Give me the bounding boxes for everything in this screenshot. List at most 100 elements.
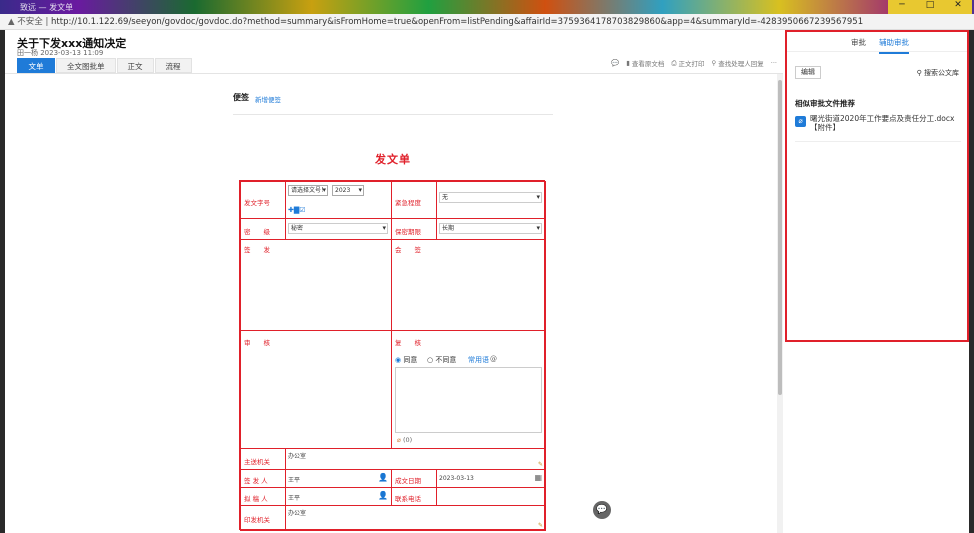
sign-label: 签 发 — [244, 246, 270, 254]
form-title: 发文单 — [375, 153, 411, 166]
year-select[interactable]: 2023 — [332, 185, 364, 196]
comment-icon[interactable]: 💬 — [611, 58, 619, 68]
cell: 2023-03-13 ▦ — [436, 469, 546, 488]
search-icon: ⚲ — [916, 69, 922, 77]
list-item[interactable]: ⌀ 曙光街道2020年工作要点及责任分工.docx 【附件】 — [795, 114, 961, 138]
cell: 拟 稿 人 — [240, 487, 286, 506]
cell: 办公室 ✎ — [285, 448, 546, 470]
sidebar-tabs: 审批 辅助审批 — [787, 32, 967, 54]
toolbar: 💬 ▮ 查看原文档 ⎙ 正文打印 ⚲ 查找处理人回复 ··· — [611, 58, 777, 69]
user-icon[interactable]: 👤 — [378, 491, 388, 500]
cc-value: 办公室 — [288, 510, 307, 517]
find-reply-button[interactable]: ⚲ 查找处理人回复 — [712, 58, 764, 68]
at-icon[interactable]: @ — [490, 355, 497, 363]
cell: 长期 — [436, 218, 546, 240]
countersign-label: 会 签 — [395, 246, 421, 254]
sign-cell[interactable]: 签 发 — [240, 239, 392, 331]
user-icon[interactable]: 👤 — [378, 473, 388, 482]
divider — [795, 141, 961, 142]
cell: 办公室 ✎ — [285, 505, 546, 531]
window-titlebar: 致远 — 发文单 ─ □ ✕ — [0, 0, 974, 14]
section-title: 相似审批文件推荐 — [795, 99, 855, 108]
doc-no-select[interactable]: 请选择文号！ — [288, 185, 328, 196]
window-title: 致远 — 发文单 — [20, 3, 74, 12]
close-window-button[interactable]: ✕ — [944, 0, 972, 14]
calendar-icon[interactable]: ▦ — [534, 473, 542, 482]
search-docs-button[interactable]: ⚲ 搜索公文库 — [917, 68, 959, 78]
urgency-select[interactable]: 无 — [439, 192, 542, 203]
issue-date-value: 2023-03-13 — [439, 475, 474, 482]
drafter-value: 王平 — [288, 495, 301, 502]
cell: 秘密 — [285, 218, 392, 240]
cell: 密 级 — [240, 218, 286, 240]
add-doc-no-icon[interactable]: ✚▇☑ — [288, 206, 306, 214]
maximize-button[interactable]: □ — [916, 0, 944, 14]
secret-select[interactable]: 秘密 — [288, 223, 388, 234]
address-bar[interactable]: ▲ 不安全 | http://10.1.122.69/seeyon/govdoc… — [0, 14, 974, 30]
recheck-cell: 复 核 ◉ 同意 ○ 不同意 常用语 @ ⌀ (0) — [391, 330, 546, 449]
review-cell[interactable]: 审 核 — [240, 330, 392, 449]
cell: 发文字号 — [240, 181, 286, 219]
assist-sidebar: 审批 辅助审批 编辑 ⚲ 搜索公文库 相似审批文件推荐 ⌀ 曙光街道2020年工… — [785, 30, 969, 342]
phone-input[interactable] — [436, 487, 546, 506]
doc-meta: 田一杨 2023-03-13 11:09 — [17, 49, 104, 57]
url-text: http://10.1.122.69/seeyon/govdoc/govdoc.… — [51, 17, 864, 27]
rec-file-tag: 【附件】 — [810, 123, 840, 132]
tab-form[interactable]: 文单 — [17, 58, 55, 73]
cell: 印发机关 — [240, 505, 286, 531]
recheck-label: 复 核 — [395, 339, 421, 347]
doc-header: 关于下发xxx通知决定 田一杨 2023-03-13 11:09 文单 全文图批… — [5, 30, 783, 74]
issuer-label: 主送机关 — [244, 458, 270, 466]
cell: 王平 👤 — [285, 487, 392, 506]
more-icon[interactable]: ··· — [771, 58, 777, 68]
agree-radio[interactable]: ◉ 同意 — [395, 355, 417, 365]
phone-label: 联系电话 — [395, 495, 421, 503]
cc-label: 印发机关 — [244, 516, 270, 524]
tab-body[interactable]: 正文 — [116, 58, 154, 73]
view-original-button[interactable]: ▮ 查看原文档 — [626, 58, 664, 68]
edit-button[interactable]: 编辑 — [795, 66, 821, 79]
doc-no-label: 发文字号 — [244, 199, 270, 207]
drafter-label: 拟 稿 人 — [244, 495, 268, 503]
cell: 紧急程度 — [391, 181, 437, 219]
opinion-textarea[interactable] — [395, 367, 542, 433]
tab-approve[interactable]: 审批 — [851, 37, 866, 48]
cell: 主送机关 — [240, 448, 286, 470]
keep-select[interactable]: 长期 — [439, 223, 542, 234]
add-note-link[interactable]: 新增便签 — [255, 94, 281, 104]
cell: 签 发 人 — [240, 469, 286, 488]
tab-full-image[interactable]: 全文图批单 — [56, 58, 116, 73]
tab-workflow[interactable]: 流程 — [154, 58, 192, 73]
disagree-radio[interactable]: ○ 不同意 — [427, 355, 456, 365]
chat-icon[interactable]: 💬 — [593, 501, 611, 519]
tab-assist-approve[interactable]: 辅助审批 — [879, 37, 909, 54]
edit-icon[interactable]: ✎ — [538, 461, 543, 468]
scrollbar-thumb[interactable] — [778, 80, 782, 395]
edit-icon[interactable]: ✎ — [538, 522, 543, 529]
sidebar-blank — [785, 344, 969, 533]
secret-label: 密 级 — [244, 228, 270, 236]
cell: 请选择文号！ 2023 ✚▇☑ — [285, 181, 392, 219]
print-button[interactable]: ⎙ 正文打印 — [671, 58, 704, 69]
right-frame — [969, 30, 974, 533]
common-phrase-link[interactable]: 常用语 — [468, 355, 489, 365]
divider — [233, 114, 553, 115]
issue-date-label: 成文日期 — [395, 477, 421, 485]
countersign-cell[interactable]: 会 签 — [391, 239, 546, 331]
cell: 联系电话 — [391, 487, 437, 506]
minimize-button[interactable]: ─ — [888, 0, 916, 14]
signer-label: 签 发 人 — [244, 477, 268, 485]
note-label: 便签 — [233, 93, 249, 102]
issuer-value: 办公室 — [288, 453, 307, 460]
cell: 保密期限 — [391, 218, 437, 240]
keep-label: 保密期限 — [395, 228, 421, 236]
printer-icon: ⎙ — [671, 58, 677, 67]
cell: 王平 👤 — [285, 469, 392, 488]
cell: 成文日期 — [391, 469, 437, 488]
urgency-label: 紧急程度 — [395, 199, 421, 207]
review-label: 审 核 — [244, 339, 270, 347]
rec-file-name: 曙光街道2020年工作要点及责任分工.docx — [810, 114, 955, 123]
attachment-button[interactable]: ⌀ (0) — [397, 436, 412, 444]
warning-icon: ▲ — [8, 17, 15, 27]
attachment-icon: ⌀ — [795, 116, 806, 127]
